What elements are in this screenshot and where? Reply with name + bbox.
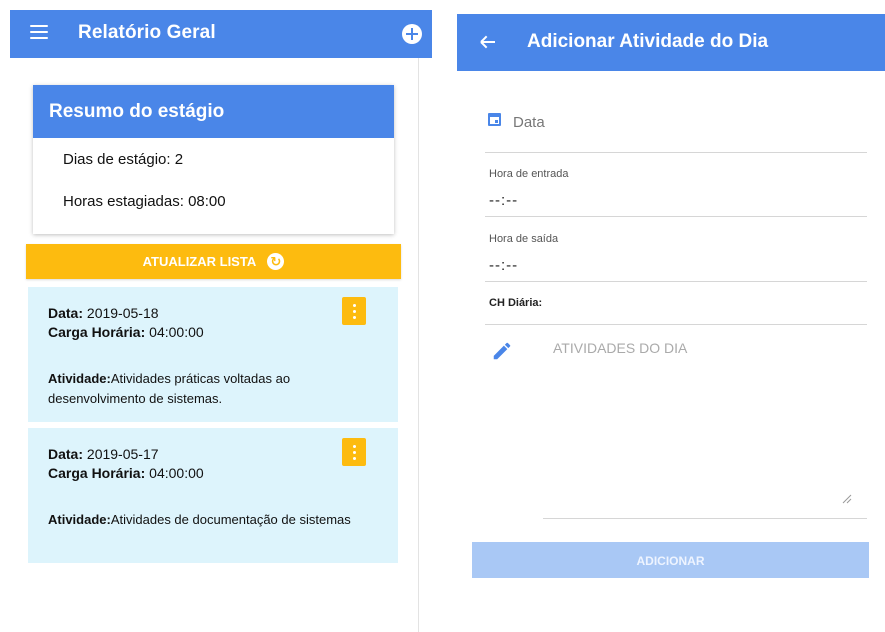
summary-card: Resumo do estágio Dias de estágio: 2 Hor… <box>33 85 394 234</box>
more-options-icon[interactable] <box>342 438 366 466</box>
more-options-icon[interactable] <box>342 297 366 325</box>
pencil-icon <box>493 342 511 360</box>
exit-time-label: Hora de saída <box>489 233 559 245</box>
activities-textarea[interactable]: ATIVIDADES DO DIA <box>553 340 687 356</box>
activity-description: Atividade:Atividades de documentação de … <box>48 512 351 527</box>
refresh-list-button[interactable]: ATUALIZAR LISTA ↻ <box>26 244 401 279</box>
activities-underline <box>543 518 867 519</box>
exit-time-input[interactable]: --:-- <box>489 257 518 274</box>
activity-hours: Carga Horária: 04:00:00 <box>48 465 204 481</box>
summary-title: Resumo do estágio <box>33 85 394 138</box>
activity-date: Data: 2019-05-18 <box>48 305 159 321</box>
divider <box>49 138 379 140</box>
daily-hours-label: CH Diária: <box>489 297 543 309</box>
menu-icon[interactable] <box>30 25 48 39</box>
arrow-back-icon[interactable] <box>479 33 497 51</box>
page-title: Relatório Geral <box>78 22 216 43</box>
report-screen: Relatório Geral Resumo do estágio Dias d… <box>0 0 432 632</box>
add-button[interactable]: ADICIONAR <box>472 542 869 578</box>
date-field-underline <box>485 152 867 153</box>
exit-time-underline <box>485 281 867 282</box>
divider <box>418 58 419 632</box>
entry-time-underline <box>485 216 867 217</box>
refresh-button-label: ATUALIZAR LISTA <box>142 254 256 269</box>
activity-date: Data: 2019-05-17 <box>48 446 159 462</box>
activity-card: Data: 2019-05-18 Carga Horária: 04:00:00… <box>28 287 398 422</box>
app-bar: Relatório Geral <box>10 10 432 58</box>
activity-hours: Carga Horária: 04:00:00 <box>48 324 204 340</box>
calendar-icon[interactable] <box>488 113 501 126</box>
hours-total: Horas estagiadas: 08:00 <box>63 193 226 210</box>
entry-time-input[interactable]: --:-- <box>489 192 518 209</box>
activity-description: Atividade:Atividades práticas voltadas a… <box>48 371 291 406</box>
date-input[interactable]: Data <box>513 114 545 131</box>
add-activity-screen: Adicionar Atividade do Dia Data Hora de … <box>457 0 885 632</box>
entry-time-label: Hora de entrada <box>489 168 569 180</box>
app-bar: Adicionar Atividade do Dia <box>457 14 885 71</box>
activity-card: Data: 2019-05-17 Carga Horária: 04:00:00… <box>28 428 398 563</box>
refresh-icon: ↻ <box>267 252 285 270</box>
add-circle-icon[interactable] <box>402 24 422 44</box>
days-count: Dias de estágio: 2 <box>63 151 184 168</box>
page-title: Adicionar Atividade do Dia <box>527 31 769 52</box>
daily-hours-underline <box>485 324 867 325</box>
resize-grip-icon[interactable] <box>842 494 852 504</box>
